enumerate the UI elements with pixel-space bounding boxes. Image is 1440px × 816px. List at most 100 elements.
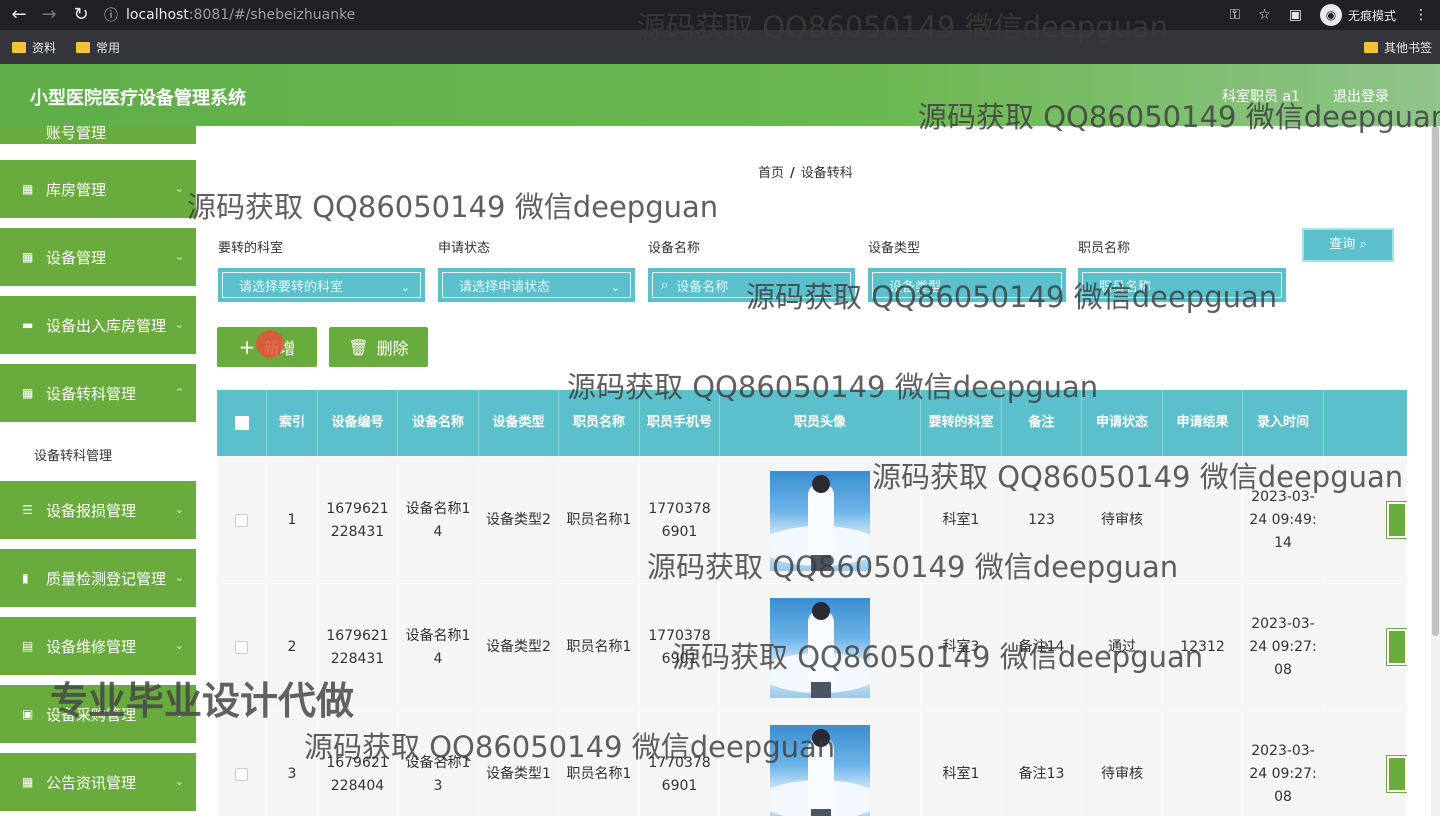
filter-label-status: 申请状态 bbox=[438, 241, 491, 256]
cell-status: 通过 bbox=[1082, 584, 1163, 711]
grid-icon: ▦ bbox=[22, 250, 34, 264]
filter-label-name: 设备名称 bbox=[648, 241, 701, 256]
site-info-icon[interactable]: ⓘ bbox=[104, 5, 118, 25]
col-status: 申请状态 bbox=[1082, 390, 1163, 456]
col-result: 申请结果 bbox=[1163, 390, 1243, 456]
sidebar-item-inout[interactable]: ▬ 设备出入库房管理 ⌄ bbox=[0, 296, 196, 356]
cell-note: 123 bbox=[1002, 457, 1082, 584]
click-indicator bbox=[256, 330, 284, 358]
menu-kebab-icon[interactable]: ⋮ bbox=[1414, 7, 1428, 23]
cell-time: 2023-03-24 09:27:08 bbox=[1243, 584, 1324, 711]
logout-link[interactable]: 退出登录 bbox=[1333, 86, 1389, 106]
sidebar-item-quality[interactable]: ▮ 质量检测登记管理 ⌄ bbox=[0, 549, 196, 609]
cell-avatar bbox=[720, 711, 921, 816]
cell-code: 1679621228404 bbox=[318, 711, 398, 816]
detail-button[interactable] bbox=[1386, 628, 1407, 666]
equipment-name-input[interactable]: ⌕ 设备名称 bbox=[648, 268, 855, 302]
cell-staff: 职员名称1 bbox=[559, 711, 640, 816]
cell-avatar bbox=[720, 457, 921, 584]
select-all-checkbox[interactable] bbox=[217, 390, 267, 456]
cell-staff: 职员名称1 bbox=[559, 457, 640, 584]
status-select[interactable]: 请选择申请状态 ⌄ bbox=[438, 268, 635, 302]
breadcrumb-home[interactable]: 首页 bbox=[758, 166, 784, 181]
grid-icon: ▦ bbox=[22, 775, 34, 789]
breadcrumb: 首页 / 设备转科 bbox=[758, 166, 853, 181]
bar-chart-icon: ▮ bbox=[22, 571, 29, 585]
star-icon[interactable]: ☆ bbox=[1258, 7, 1271, 23]
col-phone: 职员手机号 bbox=[640, 390, 720, 456]
dept-select[interactable]: 请选择要转的科室 ⌄ bbox=[218, 268, 425, 302]
other-bookmarks[interactable]: 其他书签 bbox=[1364, 39, 1432, 56]
bookmark-folder-1[interactable]: 资料 bbox=[12, 39, 56, 56]
app-title: 小型医院医疗设备管理系统 bbox=[30, 88, 246, 109]
delete-button[interactable]: 🗑 删除 bbox=[329, 327, 428, 367]
clipboard-icon: ▣ bbox=[22, 707, 34, 721]
col-type: 设备类型 bbox=[479, 390, 559, 456]
equipment-type-input[interactable]: 设备类型 bbox=[868, 268, 1066, 302]
sidepanel-icon[interactable]: ▣ bbox=[1289, 7, 1302, 23]
book-icon: ▤ bbox=[22, 639, 34, 653]
address-bar[interactable]: ⓘ localhost:8081/#/shebeizhuanke bbox=[104, 1, 1194, 29]
sidebar-item-news[interactable]: ▦ 公告资讯管理 ⌄ bbox=[0, 753, 196, 813]
detail-button[interactable] bbox=[1386, 755, 1407, 793]
sidebar-item-repair[interactable]: ▤ 设备维修管理 ⌄ bbox=[0, 617, 196, 677]
briefcase-icon: ▬ bbox=[22, 318, 34, 332]
bookmark-folder-2[interactable]: 常用 bbox=[76, 39, 120, 56]
table-row: 1 1679621228431 设备名称14 设备类型2 职员名称1 17703… bbox=[217, 457, 1407, 584]
chevron-down-icon: ⌄ bbox=[400, 281, 410, 294]
cell-time: 2023-03-24 09:49:14 bbox=[1243, 457, 1324, 584]
search-button[interactable]: 查询 ⌕ bbox=[1302, 228, 1394, 262]
sidebar-item-account[interactable]: 账号管理 bbox=[0, 126, 196, 146]
trash-icon: 🗑 bbox=[348, 337, 369, 357]
folder-icon bbox=[12, 42, 26, 53]
browser-toolbar: ← → ↻ ⓘ localhost:8081/#/shebeizhuanke ⚿… bbox=[0, 0, 1440, 30]
watermark-promo: 专业毕业设计代做 bbox=[50, 679, 355, 723]
cell-phone: 17703786901 bbox=[640, 584, 720, 711]
key-icon[interactable]: ⚿ bbox=[1230, 7, 1241, 23]
chevron-down-icon: ⌄ bbox=[174, 250, 184, 263]
reload-icon[interactable]: ↻ bbox=[70, 4, 92, 26]
filter-label-type: 设备类型 bbox=[868, 241, 921, 256]
forward-arrow-icon[interactable]: → bbox=[38, 4, 60, 26]
cell-note: 备注14 bbox=[1002, 584, 1082, 711]
back-arrow-icon[interactable]: ← bbox=[8, 4, 30, 26]
search-icon: ⌕ bbox=[661, 277, 669, 293]
cell-type: 设备类型1 bbox=[479, 711, 559, 816]
row-checkbox[interactable] bbox=[217, 711, 267, 816]
search-icon: ⌕ bbox=[1359, 237, 1367, 252]
col-staff: 职员名称 bbox=[559, 390, 640, 456]
staff-avatar-image bbox=[770, 470, 870, 571]
table-row: 2 1679621228431 设备名称14 设备类型2 职员名称1 17703… bbox=[217, 584, 1407, 711]
cell-name: 设备名称13 bbox=[398, 711, 479, 816]
chevron-down-icon: ⌄ bbox=[610, 281, 620, 294]
cell-actions bbox=[1324, 457, 1407, 584]
filter-label-staff: 职员名称 bbox=[1078, 241, 1131, 256]
folder-icon bbox=[1364, 42, 1378, 53]
cell-name: 设备名称14 bbox=[398, 457, 479, 584]
staff-name-input[interactable]: 职员名称 bbox=[1078, 268, 1286, 302]
sidebar-item-equipment[interactable]: ▦ 设备管理 ⌄ bbox=[0, 228, 196, 288]
plus-icon: + bbox=[238, 335, 256, 359]
cell-result bbox=[1163, 711, 1243, 816]
sidebar-item-transfer[interactable]: ▦ 设备转科管理 ⌃ bbox=[0, 364, 196, 424]
col-avatar: 职员头像 bbox=[720, 390, 921, 456]
cell-phone: 17703786901 bbox=[640, 711, 720, 816]
current-user: 科室职员 a1 bbox=[1222, 89, 1300, 105]
page-scrollbar[interactable] bbox=[1431, 126, 1440, 816]
detail-button[interactable] bbox=[1386, 501, 1407, 539]
cell-actions bbox=[1324, 584, 1407, 711]
data-table: 索引 设备编号 设备名称 设备类型 职员名称 职员手机号 职员头像 要转的科室 … bbox=[217, 390, 1407, 816]
chevron-down-icon: ⌄ bbox=[174, 503, 184, 516]
incognito-indicator[interactable]: ◉ 无痕模式 bbox=[1319, 4, 1396, 26]
bookmarks-bar: 资料 常用 其他书签 bbox=[0, 30, 1440, 64]
sidebar-item-damage[interactable]: ☰ 设备报损管理 ⌄ bbox=[0, 481, 196, 541]
cell-status: 待审核 bbox=[1082, 711, 1163, 816]
col-dept: 要转的科室 bbox=[921, 390, 1002, 456]
app-header: 小型医院医疗设备管理系统 科室职员 a1 退出登录 bbox=[0, 64, 1440, 126]
watermark: 源码获取 QQ86050149 微信deepguan bbox=[187, 190, 719, 224]
sidebar-item-warehouse[interactable]: ▦ 库房管理 ⌄ bbox=[0, 160, 196, 220]
table-header: 索引 设备编号 设备名称 设备类型 职员名称 职员手机号 职员头像 要转的科室 … bbox=[217, 390, 1407, 456]
row-checkbox[interactable] bbox=[217, 457, 267, 584]
sidebar-subitem-transfer-manage[interactable]: 设备转科管理 bbox=[0, 434, 196, 480]
cell-staff: 职员名称1 bbox=[559, 584, 640, 711]
